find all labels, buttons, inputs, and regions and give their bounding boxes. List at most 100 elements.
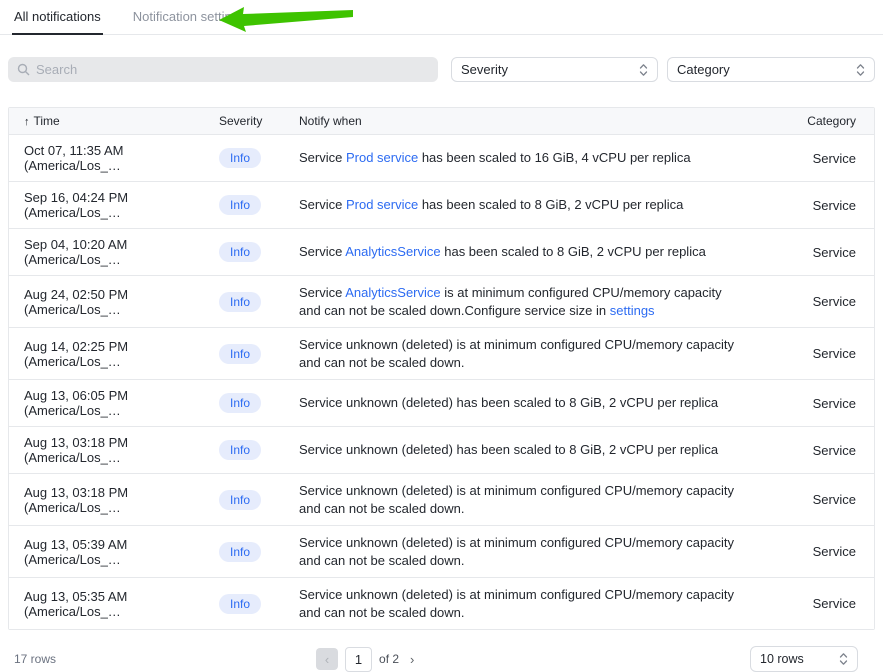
cell-category: Service (813, 151, 856, 166)
table-row[interactable]: Aug 13, 05:35 AM (America/Los_…Info Servi… (9, 578, 874, 629)
chevron-up-down-icon (639, 63, 648, 77)
notify-text: has been scaled to 8 GiB, 2 vCPU per rep… (441, 244, 706, 259)
cell-time: Aug 24, 02:50 PM (America/Los_… (24, 287, 219, 317)
cell-severity: Info (219, 344, 299, 364)
category-filter-label: Category (677, 62, 730, 77)
column-header-notify-when[interactable]: Notify when (299, 114, 739, 128)
rows-per-page-label: 10 rows (760, 652, 804, 666)
notify-link[interactable]: settings (610, 303, 655, 318)
column-header-severity[interactable]: Severity (219, 114, 299, 128)
table-row[interactable]: Aug 13, 05:39 AM (America/Los_…InfoServi… (9, 526, 874, 578)
cell-category: Service (813, 544, 856, 559)
cell-notify-when: Service unknown (deleted) has been scale… (299, 394, 739, 412)
cell-severity: Info (219, 292, 299, 312)
severity-filter-label: Severity (461, 62, 508, 77)
column-header-category[interactable]: Category (807, 114, 856, 128)
notify-text: Service unknown (deleted) is at minimum … (299, 587, 734, 620)
cell-severity: Info (219, 195, 299, 215)
cell-category: Service (813, 346, 856, 361)
cell-notify-when: Service unknown (deleted) is at minimum … (299, 336, 739, 371)
notify-text: Service unknown (deleted) has been scale… (299, 395, 718, 410)
table-row[interactable]: Sep 16, 04:24 PM (America/Los_…InfoServi… (9, 182, 874, 229)
chevron-up-down-icon (856, 63, 865, 77)
search-input[interactable] (36, 62, 429, 77)
table-row[interactable]: Aug 13, 03:18 PM (America/Los_…Info Servi… (9, 427, 874, 474)
table-body: Oct 07, 11:35 AM (America/Los_…InfoServi… (9, 135, 874, 629)
cell-category: Service (813, 198, 856, 213)
cell-time: Sep 16, 04:24 PM (America/Los_… (24, 190, 219, 220)
cell-severity: Info (219, 594, 299, 614)
pagination: ‹ of 2 › (316, 647, 418, 672)
table-row[interactable]: Aug 24, 02:50 PM (America/Los_…Info Servi… (9, 276, 874, 328)
notify-link[interactable]: AnalyticsService (345, 244, 440, 259)
cell-time: Aug 13, 03:18 PM (America/Los_… (24, 485, 219, 515)
severity-badge: Info (219, 393, 261, 413)
previous-page-button[interactable]: ‹ (316, 648, 338, 670)
tab-all-notifications[interactable]: All notifications (12, 0, 103, 34)
cell-severity: Info (219, 242, 299, 262)
table-row[interactable]: Aug 13, 06:05 PM (America/Los_…Info Servi… (9, 380, 874, 427)
table-row[interactable]: Oct 07, 11:35 AM (America/Los_…Info Servi… (9, 135, 874, 182)
cell-time: Oct 07, 11:35 AM (America/Los_… (24, 143, 219, 173)
notify-link[interactable]: Prod service (346, 150, 418, 165)
cell-severity: Info (219, 440, 299, 460)
notify-text: Service (299, 150, 346, 165)
search-box[interactable] (8, 57, 438, 82)
table-row[interactable]: Sep 04, 10:20 AM (America/Los_…Info Servi… (9, 229, 874, 276)
cell-notify-when: Service unknown (deleted) is at minimum … (299, 534, 739, 569)
severity-badge: Info (219, 292, 261, 312)
cell-time: Sep 04, 10:20 AM (America/Los_… (24, 237, 219, 267)
notifications-table: ↑Time Severity Notify when Category Oct … (8, 107, 875, 630)
cell-category: Service (813, 396, 856, 411)
rows-per-page-select[interactable]: 10 rows (750, 646, 858, 672)
cell-notify-when: Service unknown (deleted) is at minimum … (299, 482, 739, 517)
notify-link[interactable]: Prod service (346, 197, 418, 212)
notify-text: Service unknown (deleted) has been scale… (299, 442, 718, 457)
cell-category: Service (813, 596, 856, 611)
cell-category: Service (813, 443, 856, 458)
cell-time: Aug 14, 02:25 PM (America/Los_… (24, 339, 219, 369)
cell-severity: Info (219, 148, 299, 168)
category-filter-select[interactable]: Category (667, 57, 875, 82)
tab-bar: All notifications Notification settings (0, 0, 883, 35)
severity-filter-select[interactable]: Severity (451, 57, 658, 82)
notify-text: has been scaled to 16 GiB, 4 vCPU per re… (418, 150, 690, 165)
severity-badge: Info (219, 594, 261, 614)
cell-time: Aug 13, 06:05 PM (America/Los_… (24, 388, 219, 418)
cell-severity: Info (219, 490, 299, 510)
table-header-row: ↑Time Severity Notify when Category (9, 108, 874, 135)
page-number-input[interactable] (345, 647, 372, 672)
notify-text: Service unknown (deleted) is at minimum … (299, 535, 734, 568)
table-row[interactable]: Aug 13, 03:18 PM (America/Los_…Info Servi… (9, 474, 874, 526)
notify-text: Service unknown (deleted) is at minimum … (299, 483, 734, 516)
cell-category: Service (813, 245, 856, 260)
notify-text: Service unknown (deleted) is at minimum … (299, 337, 734, 370)
notify-link[interactable]: AnalyticsService (345, 285, 440, 300)
cell-category: Service (813, 492, 856, 507)
severity-badge: Info (219, 148, 261, 168)
severity-badge: Info (219, 242, 261, 262)
cell-time: Aug 13, 03:18 PM (America/Los_… (24, 435, 219, 465)
cell-notify-when: Service unknown (deleted) is at minimum … (299, 586, 739, 621)
severity-badge: Info (219, 542, 261, 562)
cell-notify-when: Service unknown (deleted) has been scale… (299, 441, 739, 459)
sort-ascending-icon: ↑ (24, 116, 30, 128)
cell-severity: Info (219, 542, 299, 562)
cell-category: Service (813, 294, 856, 309)
severity-badge: Info (219, 440, 261, 460)
notify-text: Service (299, 285, 345, 300)
notify-text: has been scaled to 8 GiB, 2 vCPU per rep… (418, 197, 683, 212)
column-header-time[interactable]: ↑Time (24, 114, 219, 128)
next-page-button[interactable]: › (406, 650, 418, 669)
cell-time: Aug 13, 05:35 AM (America/Los_… (24, 589, 219, 619)
cell-notify-when: Service AnalyticsService has been scaled… (299, 243, 739, 261)
search-icon (17, 63, 30, 76)
filters-bar: Severity Category (0, 35, 883, 82)
notify-text: Service (299, 197, 346, 212)
cell-notify-when: Service Prod service has been scaled to … (299, 149, 739, 167)
table-footer: 17 rows ‹ of 2 › 10 rows (0, 630, 883, 672)
tab-notification-settings[interactable]: Notification settings (131, 0, 248, 34)
cell-severity: Info (219, 393, 299, 413)
severity-badge: Info (219, 490, 261, 510)
table-row[interactable]: Aug 14, 02:25 PM (America/Los_…InfoServi… (9, 328, 874, 380)
